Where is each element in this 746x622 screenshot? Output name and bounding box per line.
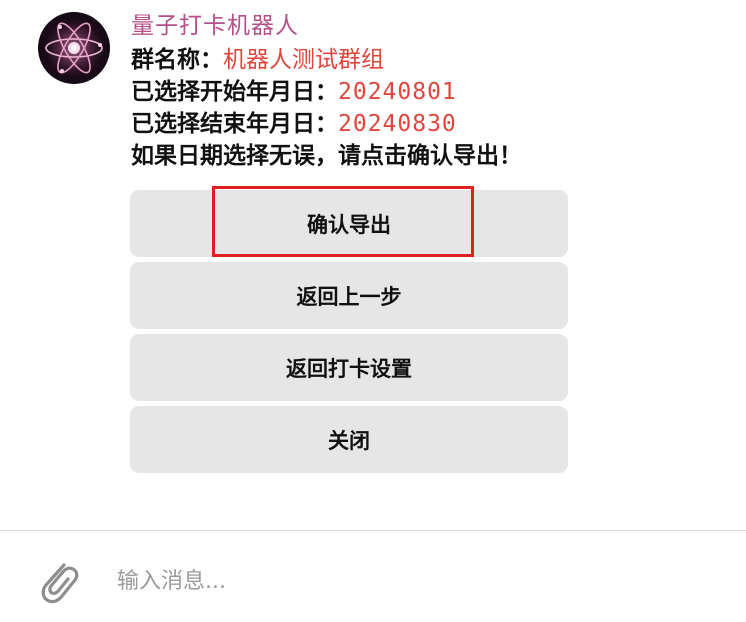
end-date-line: 已选择结束年月日：20240830	[131, 108, 731, 140]
start-date-value: 20240801	[338, 79, 457, 105]
message-input[interactable]	[117, 561, 697, 601]
back-settings-label: 返回打卡设置	[286, 356, 412, 381]
end-date-value: 20240830	[338, 111, 457, 137]
close-button[interactable]: 关闭	[130, 406, 568, 473]
group-name-label: 群名称：	[131, 47, 223, 73]
confirm-export-button[interactable]: 确认导出	[130, 186, 568, 257]
back-settings-button[interactable]: 返回打卡设置	[130, 334, 568, 401]
atom-icon	[44, 18, 104, 78]
sender-name: 量子打卡机器人	[131, 13, 299, 39]
start-date-label: 已选择开始年月日：	[131, 79, 338, 105]
group-name-line: 群名称：机器人测试群组	[131, 44, 731, 76]
end-date-label: 已选择结束年月日：	[131, 111, 338, 137]
start-date-line: 已选择开始年月日：20240801	[131, 76, 731, 108]
back-step-button[interactable]: 返回上一步	[130, 262, 568, 329]
message-composer	[0, 531, 746, 622]
instruction-text: 如果日期选择无误，请点击确认导出！	[131, 143, 522, 169]
group-name-value: 机器人测试群组	[223, 47, 384, 73]
chat-window: 量子打卡机器人 群名称：机器人测试群组 已选择开始年月日：20240801 已选…	[0, 0, 746, 622]
back-step-label: 返回上一步	[296, 284, 402, 309]
bot-message: 量子打卡机器人 群名称：机器人测试群组 已选择开始年月日：20240801 已选…	[131, 10, 731, 172]
paperclip-icon[interactable]	[34, 555, 82, 607]
inline-keyboard: 确认导出 返回上一步 返回打卡设置 关闭	[130, 186, 568, 478]
confirm-export-label: 确认导出	[307, 212, 391, 237]
close-label: 关闭	[328, 428, 370, 453]
bot-avatar[interactable]	[38, 12, 110, 84]
